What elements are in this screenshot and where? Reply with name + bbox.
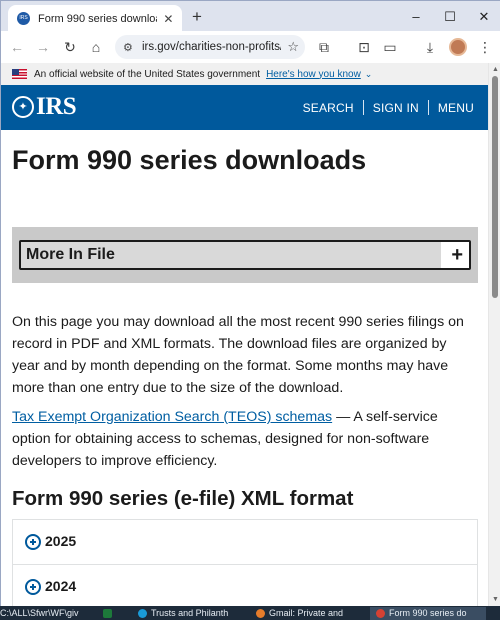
plus-icon[interactable]: +	[451, 244, 463, 266]
taskbar-item-form990[interactable]: Form 990 series do	[370, 607, 486, 620]
irs-favicon-icon: IRS	[17, 12, 30, 25]
taskbar-item-label: Form 990 series do	[389, 608, 467, 618]
browser-toolbar: ← → ↻ ⌂ ⚙ irs.gov/charities-non-profits/…	[0, 31, 500, 63]
accordion-year-2024[interactable]: 2024	[12, 564, 478, 606]
irs-logo[interactable]: ✦ IRS	[12, 93, 77, 120]
bookmark-star-icon[interactable]: ☆	[287, 39, 299, 55]
more-in-file-panel: More In File +	[12, 227, 478, 283]
taskbar-item-label: Trusts and Philanth	[151, 608, 229, 618]
chevron-down-icon[interactable]: ⌄	[365, 69, 373, 80]
teos-paragraph: Tax Exempt Organization Search (TEOS) sc…	[12, 406, 478, 472]
nav-sign-in[interactable]: SIGN IN	[373, 101, 419, 115]
irs-wordmark: IRS	[36, 93, 77, 120]
site-info-icon[interactable]: ⚙	[123, 41, 139, 54]
accordion-year-label: 2025	[45, 533, 77, 549]
maximize-button[interactable]: ☐	[437, 7, 463, 27]
teos-schemas-link[interactable]: Tax Exempt Organization Search (TEOS) sc…	[12, 409, 332, 425]
us-flag-icon	[12, 69, 27, 79]
tab-close-icon[interactable]: ✕	[161, 12, 176, 26]
cast-icon[interactable]: ▭	[380, 37, 400, 57]
url-text[interactable]: irs.gov/charities-non-profits/form-990-s…	[142, 41, 281, 53]
accordion-year-2025[interactable]: 2025	[12, 519, 478, 565]
back-icon[interactable]: ←	[7, 37, 27, 57]
browser-tab-active[interactable]: IRS Form 990 series downloads | Internal…	[8, 5, 182, 32]
home-icon[interactable]: ⌂	[86, 37, 106, 57]
scrollbar-thumb[interactable]	[492, 76, 498, 298]
nav-search[interactable]: SEARCH	[303, 101, 354, 115]
profile-avatar[interactable]	[449, 38, 467, 56]
os-taskbar: C:\ALL\Sfwr\WF\giv Trusts and Philanth G…	[0, 606, 500, 620]
close-window-button[interactable]: ✕	[471, 7, 497, 27]
plus-circle-icon	[25, 534, 41, 550]
plus-circle-icon	[25, 579, 41, 595]
more-in-file-button[interactable]: More In File +	[19, 240, 471, 270]
forward-icon[interactable]: →	[33, 37, 53, 57]
extensions-icon[interactable]: ⧉	[314, 37, 334, 57]
irs-header: ✦ IRS SEARCH SIGN IN MENU	[0, 85, 488, 130]
nav-divider	[427, 100, 429, 115]
intro-paragraph: On this page you may download all the mo…	[12, 314, 464, 396]
taskbar-item-label: C:\ALL\Sfwr\WF\giv	[0, 608, 79, 618]
page-scrollbar[interactable]: ▲ ▼	[488, 63, 500, 606]
taskbar-item-trusts[interactable]: Trusts and Philanth	[138, 607, 248, 620]
menu-icon[interactable]: ⋮	[475, 37, 495, 57]
nav-menu[interactable]: MENU	[438, 101, 474, 115]
gov-banner-text: An official website of the United States…	[34, 68, 261, 80]
tab-title: Form 990 series downloads | Internal Rev…	[38, 12, 157, 25]
eagle-emblem-icon: ✦	[12, 96, 34, 118]
new-tab-button[interactable]: +	[187, 7, 207, 27]
section-title: Form 990 series (e-file) XML format	[12, 487, 354, 510]
chrome-icon	[376, 609, 385, 618]
firefox-icon	[256, 609, 265, 618]
downloads-icon[interactable]: ⤓	[420, 37, 440, 57]
browser-tab-bar: IRS Form 990 series downloads | Internal…	[0, 0, 500, 32]
accordion-year-label: 2024	[45, 578, 77, 594]
screenshot-icon[interactable]: ⊡	[354, 37, 374, 57]
edge-icon	[138, 609, 147, 618]
header-nav: SEARCH SIGN IN MENU	[303, 100, 474, 115]
main-content: Form 990 series downloads More In File +…	[0, 130, 488, 606]
address-bar[interactable]: ⚙ irs.gov/charities-non-profits/form-990…	[115, 35, 305, 59]
page-title: Form 990 series downloads	[12, 145, 367, 175]
taskbar-item-label: Gmail: Private and	[269, 608, 344, 618]
scroll-up-icon[interactable]: ▲	[492, 66, 499, 73]
reload-icon[interactable]: ↻	[60, 37, 80, 57]
minimize-button[interactable]: –	[403, 7, 429, 27]
taskbar-item-gmail[interactable]: Gmail: Private and	[256, 607, 364, 620]
nav-divider	[362, 100, 364, 115]
scroll-down-icon[interactable]: ▼	[492, 596, 499, 603]
gov-banner: An official website of the United States…	[0, 63, 488, 85]
how-you-know-link[interactable]: Here's how you know	[266, 69, 361, 80]
taskbar-item-explorer[interactable]: C:\ALL\Sfwr\WF\giv	[0, 607, 92, 620]
taskbar-item-excel[interactable]	[103, 607, 125, 620]
excel-icon	[103, 609, 112, 618]
more-in-file-label: More In File	[26, 246, 115, 263]
